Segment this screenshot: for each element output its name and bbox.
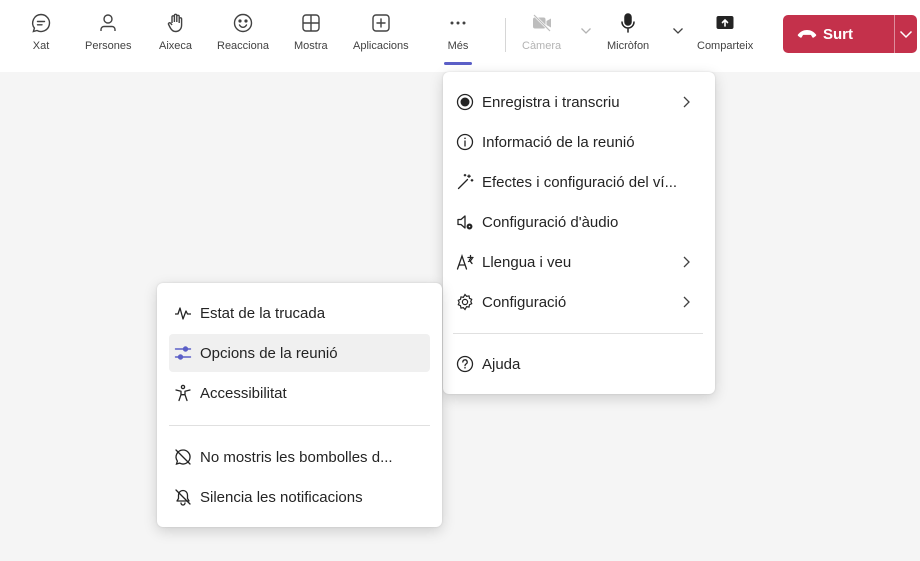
info-icon — [455, 132, 475, 152]
menu-item-label: Informació de la reunió — [482, 133, 635, 151]
hang-up-icon — [797, 26, 817, 43]
accessibility-icon — [173, 383, 193, 403]
more-dots-icon — [447, 12, 469, 34]
sliders-icon — [173, 343, 193, 363]
chat-icon — [30, 12, 52, 34]
leave-label: Surt — [823, 25, 853, 43]
microphone-options-chevron[interactable] — [672, 26, 684, 36]
raise-hand-button[interactable]: Aixeca — [159, 8, 192, 62]
settings-submenu: Estat de la trucada Opcions de la reunió… — [157, 283, 442, 527]
submenu-item-label: No mostris les bombolles d... — [200, 448, 393, 466]
submenu-item-label: Accessibilitat — [200, 384, 287, 402]
microphone-icon — [617, 12, 639, 34]
menu-item-record[interactable]: Enregistra i transcriu — [451, 83, 707, 121]
person-icon — [97, 12, 119, 34]
menu-item-label: Configuració — [482, 293, 567, 311]
share-button[interactable]: Comparteix — [697, 8, 753, 62]
menu-item-meeting-info[interactable]: Informació de la reunió — [451, 123, 707, 161]
speaker-settings-icon — [455, 212, 475, 232]
help-icon — [455, 354, 475, 374]
chevron-right-icon — [681, 295, 691, 309]
leave-button-group: Surt — [783, 15, 917, 53]
submenu-item-hide-chat-bubbles[interactable]: No mostris les bombolles d... — [169, 438, 430, 476]
apps-label: Aplicacions — [353, 40, 409, 52]
people-label: Persones — [85, 40, 132, 52]
more-menu: Enregistra i transcriu Informació de la … — [443, 72, 715, 394]
chat-label: Xat — [32, 40, 50, 52]
apps-button[interactable]: Aplicacions — [353, 8, 409, 62]
view-label: Mostra — [294, 40, 328, 52]
react-button[interactable]: Reacciona — [217, 8, 269, 62]
grid-icon — [300, 12, 322, 34]
add-app-icon — [370, 12, 392, 34]
menu-item-audio-settings[interactable]: Configuració d'àudio — [451, 203, 707, 241]
toolbar-divider — [505, 18, 506, 52]
chevron-right-icon — [681, 95, 691, 109]
menu-item-label: Llengua i veu — [482, 253, 572, 271]
menu-item-video-effects[interactable]: Efectes i configuració del ví... — [451, 163, 707, 201]
menu-item-label: Configuració d'àudio — [482, 213, 619, 231]
camera-off-icon — [531, 12, 553, 34]
submenu-item-label: Opcions de la reunió — [200, 344, 338, 362]
more-button[interactable]: Més — [444, 8, 472, 65]
menu-item-settings[interactable]: Configuració — [451, 283, 707, 321]
submenu-item-meeting-options[interactable]: Opcions de la reunió — [169, 334, 430, 372]
chevron-right-icon — [681, 255, 691, 269]
gear-icon — [455, 292, 475, 312]
submenu-item-label: Estat de la trucada — [200, 304, 326, 322]
meeting-toolbar: Xat Persones Aixeca Reacciona Mostra Apl… — [0, 0, 920, 72]
camera-button[interactable]: Càmera — [522, 8, 561, 62]
submenu-item-label: Silencia les notificacions — [200, 488, 363, 506]
view-button[interactable]: Mostra — [294, 8, 328, 62]
pulse-icon — [173, 303, 193, 323]
react-label: Reacciona — [217, 40, 269, 52]
camera-label: Càmera — [522, 40, 562, 52]
chat-off-icon — [173, 447, 193, 467]
menu-item-help[interactable]: Ajuda — [451, 345, 707, 383]
submenu-item-mute-notifications[interactable]: Silencia les notificacions — [169, 478, 430, 516]
submenu-item-accessibility[interactable]: Accessibilitat — [169, 374, 430, 412]
share-label: Comparteix — [697, 40, 754, 52]
hand-icon — [165, 12, 187, 34]
microphone-label: Micròfon — [607, 40, 650, 52]
menu-separator — [453, 333, 703, 334]
more-label: Més — [447, 40, 469, 52]
record-icon — [455, 92, 475, 112]
leave-button[interactable]: Surt — [783, 15, 881, 53]
active-tab-indicator — [444, 62, 472, 65]
magic-wand-icon — [455, 172, 475, 192]
menu-separator — [169, 425, 430, 426]
submenu-item-call-health[interactable]: Estat de la trucada — [169, 294, 430, 332]
language-icon — [455, 252, 475, 272]
bell-off-icon — [173, 487, 193, 507]
menu-item-label: Enregistra i transcriu — [482, 93, 620, 111]
menu-item-language[interactable]: Llengua i veu — [451, 243, 707, 281]
microphone-button[interactable]: Micròfon — [607, 8, 649, 62]
people-button[interactable]: Persones — [85, 8, 131, 62]
camera-options-chevron[interactable] — [580, 26, 592, 36]
smiley-icon — [232, 12, 254, 34]
share-screen-icon — [714, 12, 736, 34]
raise-hand-label: Aixeca — [159, 40, 193, 52]
menu-item-label: Efectes i configuració del ví... — [482, 173, 678, 191]
chat-button[interactable]: Xat — [30, 8, 52, 62]
menu-item-label: Ajuda — [482, 355, 521, 373]
leave-options-chevron[interactable] — [895, 15, 917, 53]
